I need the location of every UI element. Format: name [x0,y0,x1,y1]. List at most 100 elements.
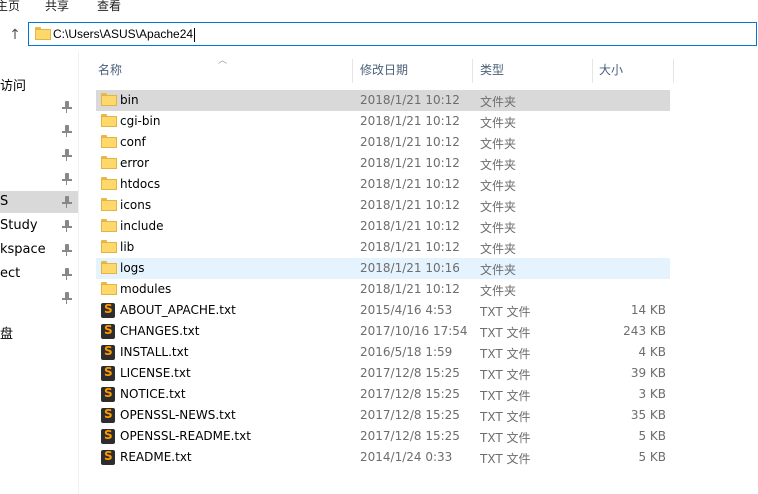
column-header-size[interactable]: 大小 [589,57,673,83]
pin-icon[interactable] [62,149,72,161]
nav-item[interactable] [0,96,78,118]
pane-divider[interactable] [78,52,79,494]
file-date: 2018/1/21 10:16 [360,261,460,275]
file-date: 2018/1/21 10:12 [360,135,460,149]
tab-view[interactable]: 查看 [97,0,121,14]
tab-share[interactable]: 共享 [45,0,69,14]
sublime-text-file-icon [101,386,117,402]
pin-icon[interactable] [62,220,72,232]
nav-item[interactable]: ect [0,263,78,285]
file-size: 3 KB [638,387,666,401]
address-bar[interactable]: C:\Users\ASUS\Apache24 [28,22,757,46]
file-row[interactable]: cgi-bin 2018/1/21 10:12 文件夹 [96,111,670,132]
file-size: 4 KB [638,345,666,359]
nav-item[interactable] [0,168,78,190]
nav-item[interactable]: 访问 [0,72,78,94]
file-date: 2016/5/18 1:59 [360,345,453,359]
nav-item-label: kspace [0,242,46,257]
column-header-type[interactable]: 类型 [470,57,590,83]
folder-icon [101,156,117,170]
nav-item[interactable]: Study [0,215,78,237]
file-size: 243 KB [623,324,666,338]
sublime-text-file-icon [101,323,117,339]
sublime-text-file-icon [101,365,117,381]
file-row[interactable]: error 2018/1/21 10:12 文件夹 [96,153,670,174]
ribbon-tabs: 主页 共享 查看 [0,0,758,16]
file-date: 2017/12/8 15:25 [360,429,460,443]
nav-item[interactable]: kspace [0,239,78,261]
file-row[interactable]: OPENSSL-README.txt 2017/12/8 15:25 TXT 文件 5… [96,426,670,447]
file-name: conf [120,135,146,149]
file-row[interactable]: LICENSE.txt 2017/12/8 15:25 TXT 文件 39 KB [96,363,670,384]
file-row[interactable]: OPENSSL-NEWS.txt 2017/12/8 15:25 TXT 文件 35 … [96,405,670,426]
file-type: TXT 文件 [480,431,531,445]
pin-icon[interactable] [62,268,72,280]
file-row[interactable]: include 2018/1/21 10:12 文件夹 [96,216,670,237]
file-row[interactable]: README.txt 2014/1/24 0:33 TXT 文件 5 KB [96,447,670,468]
folder-icon [101,177,117,191]
folder-icon [35,27,51,41]
file-name: icons [120,198,152,212]
folder-icon [101,219,117,233]
tab-home[interactable]: 主页 [0,0,20,14]
file-row[interactable]: conf 2018/1/21 10:12 文件夹 [96,132,670,153]
file-name: ABOUT_APACHE.txt [120,303,236,317]
column-divider[interactable] [673,59,674,83]
file-size: 14 KB [630,303,666,317]
file-row[interactable]: htdocs 2018/1/21 10:12 文件夹 [96,174,670,195]
file-type: 文件夹 [480,284,517,298]
file-name: lib [120,240,135,254]
pin-icon[interactable] [62,173,72,185]
file-size: 39 KB [630,366,666,380]
file-name: modules [120,282,172,296]
file-date: 2018/1/21 10:12 [360,240,460,254]
pin-icon[interactable] [62,292,72,304]
file-row[interactable]: bin 2018/1/21 10:12 文件夹 [96,90,670,111]
up-arrow-icon[interactable]: ↑ [6,26,24,44]
address-path[interactable]: C:\Users\ASUS\Apache24 [53,27,196,42]
file-row[interactable]: INSTALL.txt 2016/5/18 1:59 TXT 文件 4 KB [96,342,670,363]
pin-icon[interactable] [62,101,72,113]
file-row[interactable]: CHANGES.txt 2017/10/16 17:54 TXT 文件 243 KB [96,321,670,342]
folder-icon [101,135,117,149]
file-row[interactable]: logs 2018/1/21 10:16 文件夹 [96,258,670,279]
file-date: 2018/1/21 10:12 [360,198,460,212]
file-name: error [120,156,150,170]
column-header-date[interactable]: 修改日期 [350,57,470,83]
nav-item-label: 盘 [0,327,14,342]
sublime-text-file-icon [101,449,117,465]
nav-item[interactable]: 盘 [0,320,78,342]
file-row[interactable]: ABOUT_APACHE.txt 2015/4/16 4:53 TXT 文件 14 K… [96,300,670,321]
sublime-text-file-icon [101,407,117,423]
nav-item[interactable] [0,287,78,309]
file-name: OPENSSL-NEWS.txt [120,408,236,422]
file-name: include [120,219,164,233]
file-type: 文件夹 [480,179,517,193]
file-date: 2017/10/16 17:54 [360,324,468,338]
file-name: CHANGES.txt [120,324,200,338]
file-name: OPENSSL-README.txt [120,429,251,443]
pin-icon[interactable] [62,244,72,256]
file-type: TXT 文件 [480,326,531,340]
navigation-pane: 访问 S Study kspace ect 盘 [0,52,80,494]
folder-icon [101,240,117,254]
file-row[interactable]: NOTICE.txt 2017/12/8 15:25 TXT 文件 3 KB [96,384,670,405]
folder-icon [101,261,117,275]
file-row[interactable]: lib 2018/1/21 10:12 文件夹 [96,237,670,258]
nav-item-label: S [0,194,9,209]
column-header-name[interactable]: 名称 [88,57,350,83]
file-name: NOTICE.txt [120,387,186,401]
pin-icon[interactable] [62,196,72,208]
nav-item[interactable] [0,120,78,142]
nav-item[interactable]: S [0,191,78,213]
file-name: logs [120,261,145,275]
file-name: htdocs [120,177,161,191]
file-date: 2018/1/21 10:12 [360,282,460,296]
file-type: TXT 文件 [480,452,531,466]
pin-icon[interactable] [62,125,72,137]
file-type: 文件夹 [480,116,517,130]
file-type: 文件夹 [480,263,517,277]
file-row[interactable]: icons 2018/1/21 10:12 文件夹 [96,195,670,216]
file-row[interactable]: modules 2018/1/21 10:12 文件夹 [96,279,670,300]
nav-item[interactable] [0,144,78,166]
